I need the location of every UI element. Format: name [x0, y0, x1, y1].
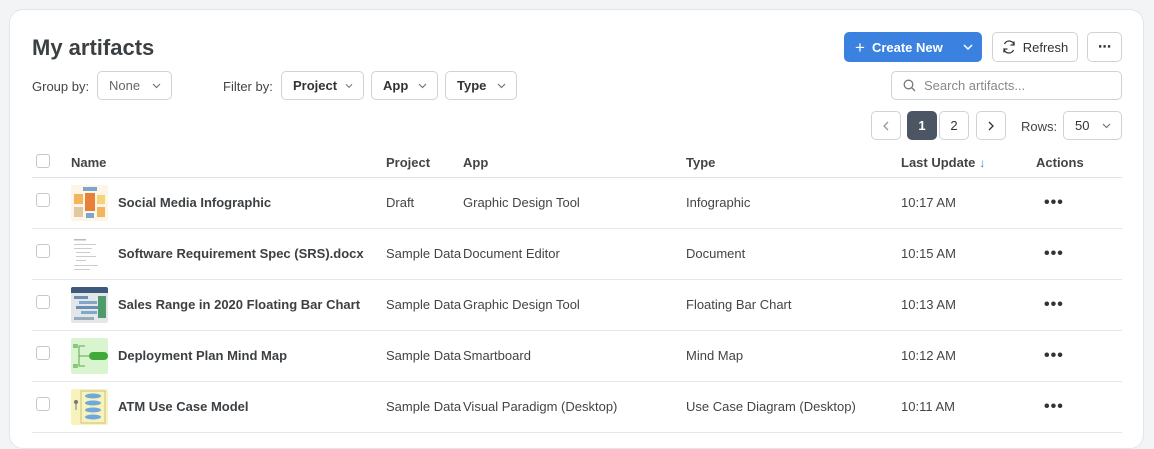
filter-project-select[interactable]: Project: [281, 71, 364, 100]
table-row[interactable]: Social Media Infographic Draft Graphic D…: [32, 177, 1122, 229]
column-header-name[interactable]: Name: [71, 149, 386, 178]
table-row[interactable]: Sales Range in 2020 Floating Bar Chart S…: [32, 279, 1122, 331]
refresh-button[interactable]: Refresh: [992, 32, 1078, 62]
chevron-left-icon: [883, 121, 889, 130]
artifact-name[interactable]: Software Requirement Spec (SRS).docx: [118, 245, 364, 263]
row-actions-icon[interactable]: •••: [1036, 347, 1064, 364]
row-actions-icon[interactable]: •••: [1036, 194, 1064, 211]
sort-desc-icon: ↓: [979, 156, 986, 171]
filter-type-label: Type: [457, 78, 487, 93]
filter-by-label: Filter by:: [223, 79, 273, 94]
plus-icon: +: [855, 37, 865, 57]
row-checkbox[interactable]: [36, 397, 50, 411]
project-cell: Sample Data: [386, 330, 463, 382]
filter-app-label: App: [383, 78, 409, 93]
next-page-button[interactable]: [976, 111, 1006, 140]
create-new-label: Create New: [871, 39, 943, 55]
project-cell: Draft: [386, 177, 463, 229]
search-box[interactable]: [891, 71, 1122, 100]
rows-value: 50: [1075, 118, 1090, 133]
chevron-down-icon: [1102, 123, 1111, 128]
create-new-dropdown[interactable]: [954, 32, 982, 62]
table-row[interactable]: ATM Use Case Model Sample Data Visual Pa…: [32, 381, 1122, 433]
app-cell: Document Editor: [463, 228, 686, 280]
row-checkbox[interactable]: [36, 193, 50, 207]
app-cell: Smartboard: [463, 330, 686, 382]
filter-type-select[interactable]: Type: [445, 71, 517, 100]
type-cell: Mind Map: [686, 330, 901, 382]
group-by-select[interactable]: None: [97, 71, 172, 100]
table-header-row: Name Project App Type Last Update ↓ Actio…: [32, 149, 1122, 178]
row-checkbox[interactable]: [36, 244, 50, 258]
row-actions-icon[interactable]: •••: [1036, 245, 1064, 262]
chevron-down-icon: [497, 83, 506, 88]
column-header-last-update[interactable]: Last Update ↓: [901, 149, 1036, 178]
more-options-button[interactable]: ⋯: [1087, 32, 1122, 62]
select-all-checkbox[interactable]: [36, 154, 50, 169]
column-header-project[interactable]: Project: [386, 149, 463, 178]
chevron-right-icon: [988, 121, 994, 130]
page-1-button[interactable]: 1: [907, 111, 937, 140]
artifacts-table: Name Project App Type Last Update ↓ Actio…: [32, 149, 1122, 433]
last-update-label: Last Update: [901, 155, 976, 171]
artifacts-panel: My artifacts + Create New Refresh ⋯ Grou…: [9, 9, 1144, 449]
page-2-button[interactable]: 2: [939, 111, 969, 140]
type-cell: Floating Bar Chart: [686, 279, 901, 331]
app-cell: Visual Paradigm (Desktop): [463, 381, 686, 433]
project-cell: Sample Data: [386, 228, 463, 280]
create-new-main[interactable]: + Create New: [844, 32, 954, 62]
more-icon: ⋯: [1098, 39, 1111, 54]
row-checkbox[interactable]: [36, 295, 50, 309]
chart-thumbnail: [71, 286, 108, 323]
search-icon: [903, 79, 916, 92]
type-cell: Document: [686, 228, 901, 280]
select-all-cell: [32, 149, 71, 178]
filter-project-label: Project: [293, 78, 338, 93]
table-row[interactable]: Software Requirement Spec (SRS).docx Sam…: [32, 228, 1122, 280]
usecase-thumbnail: [71, 388, 108, 425]
chevron-down-icon: [418, 83, 427, 88]
page-title: My artifacts: [32, 35, 155, 60]
artifact-name[interactable]: Deployment Plan Mind Map: [118, 347, 287, 365]
filter-app-select[interactable]: App: [371, 71, 438, 100]
mindmap-thumbnail: [71, 337, 108, 374]
refresh-label: Refresh: [1022, 39, 1069, 55]
row-checkbox[interactable]: [36, 346, 50, 360]
project-cell: Sample Data: [386, 279, 463, 331]
prev-page-button[interactable]: [871, 111, 901, 140]
create-new-button[interactable]: + Create New: [844, 32, 982, 62]
updated-cell: 10:17 AM: [901, 177, 1036, 229]
app-cell: Graphic Design Tool: [463, 279, 686, 331]
type-cell: Use Case Diagram (Desktop): [686, 381, 901, 433]
artifact-name[interactable]: Sales Range in 2020 Floating Bar Chart: [118, 296, 360, 314]
document-thumbnail: [71, 235, 108, 272]
column-header-type[interactable]: Type: [686, 149, 901, 178]
chevron-down-icon: [963, 44, 973, 50]
project-cell: Sample Data: [386, 381, 463, 433]
artifact-name[interactable]: Social Media Infographic: [118, 194, 271, 212]
column-header-app[interactable]: App: [463, 149, 686, 178]
refresh-icon: [1003, 40, 1015, 54]
column-header-actions: Actions: [1036, 149, 1122, 178]
artifact-name[interactable]: ATM Use Case Model: [118, 398, 249, 416]
updated-cell: 10:15 AM: [901, 228, 1036, 280]
rows-label: Rows:: [1021, 119, 1058, 134]
row-actions-icon[interactable]: •••: [1036, 398, 1064, 415]
infographic-thumbnail: [71, 184, 108, 221]
type-cell: Infographic: [686, 177, 901, 229]
table-row[interactable]: Deployment Plan Mind Map Sample Data Sma…: [32, 330, 1122, 382]
search-input[interactable]: [924, 78, 1104, 93]
updated-cell: 10:11 AM: [901, 381, 1036, 433]
updated-cell: 10:13 AM: [901, 279, 1036, 331]
row-actions-icon[interactable]: •••: [1036, 296, 1064, 313]
app-cell: Graphic Design Tool: [463, 177, 686, 229]
group-by-label: Group by:: [32, 79, 90, 94]
group-by-value: None: [109, 78, 141, 93]
rows-per-page-select[interactable]: 50: [1063, 111, 1122, 140]
updated-cell: 10:12 AM: [901, 330, 1036, 382]
chevron-down-icon: [345, 83, 353, 88]
chevron-down-icon: [152, 83, 161, 88]
